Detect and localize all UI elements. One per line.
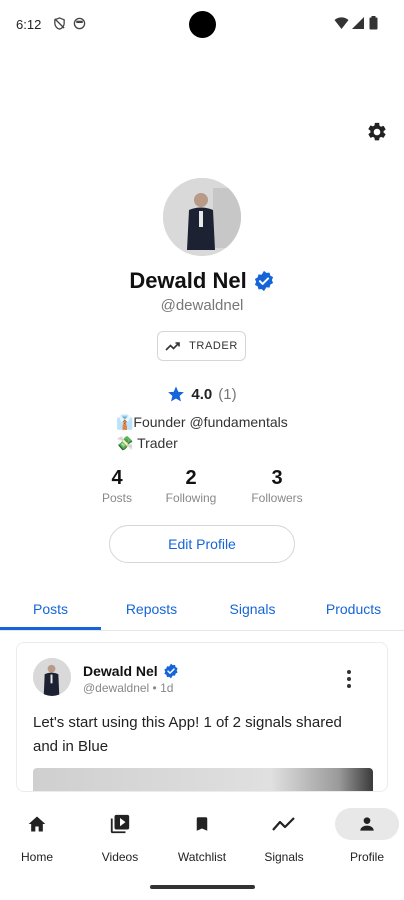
trending-up-icon: [165, 342, 180, 351]
profile-name-row: Dewald Nel: [0, 268, 404, 294]
nav-watchlist[interactable]: Watchlist: [167, 808, 237, 864]
profile-name: Dewald Nel: [129, 268, 247, 293]
stat-label: Posts: [101, 491, 132, 505]
status-bar: 6:12: [0, 0, 404, 50]
status-time: 6:12: [16, 17, 42, 32]
profile-tabs: Posts Reposts Signals Products: [0, 588, 404, 631]
post-author-name[interactable]: Dewald Nel: [83, 663, 158, 679]
shield-off-icon: [54, 17, 65, 30]
stat-posts[interactable]: 4 Posts: [77, 466, 157, 505]
trending-icon: [272, 817, 295, 831]
stat-label: Following: [165, 491, 217, 505]
bio-line: 👔Founder @fundamentals: [116, 414, 288, 430]
nav-videos[interactable]: Videos: [85, 808, 155, 864]
rating-count: (1): [218, 385, 237, 403]
bookmark-icon: [196, 817, 208, 831]
trader-badge-label: TRADER: [189, 340, 238, 352]
nav-label: Watchlist: [177, 850, 227, 864]
settings-button[interactable]: [364, 119, 390, 145]
post-more-menu[interactable]: [339, 668, 359, 690]
gear-icon: [368, 122, 386, 141]
post-image[interactable]: [33, 768, 373, 791]
profile-avatar[interactable]: [163, 178, 241, 256]
tab-products[interactable]: Products: [303, 588, 404, 630]
front-camera: [189, 11, 216, 38]
nav-signals[interactable]: Signals: [249, 808, 319, 864]
person-photo: [33, 658, 71, 696]
rating-row: 4.0 (1): [0, 385, 404, 403]
stat-label: Followers: [251, 491, 303, 505]
trader-badge[interactable]: TRADER: [157, 331, 246, 361]
stat-value: 4: [111, 467, 123, 489]
nav-label: Home: [20, 850, 53, 864]
stat-value: 3: [271, 467, 283, 489]
verified-icon: [164, 663, 178, 679]
nav-label: Videos: [101, 850, 139, 864]
verified-icon: [254, 270, 273, 292]
star-icon: [168, 386, 185, 402]
profile-bio: 👔Founder @fundamentals 💸 Trader: [116, 412, 288, 454]
signal-icon: [352, 17, 364, 29]
home-icon: [28, 816, 46, 832]
tab-reposts[interactable]: Reposts: [101, 588, 202, 630]
edit-profile-button[interactable]: Edit Profile: [109, 525, 295, 563]
nav-label: Signals: [264, 850, 304, 864]
person-icon: [360, 817, 374, 831]
post-author-avatar[interactable]: [33, 658, 71, 696]
battery-icon: [369, 16, 378, 30]
gesture-home-indicator[interactable]: [150, 885, 255, 889]
post-author-meta: @dewaldnel • 1d: [83, 681, 174, 695]
face-icon: [73, 17, 86, 30]
post-text: Let's start using this App! 1 of 2 signa…: [33, 714, 342, 755]
stat-following[interactable]: 2 Following: [151, 466, 231, 505]
person-photo: [163, 178, 241, 256]
post-author-row: Dewald Nel: [83, 663, 179, 679]
active-tab-indicator: [0, 627, 101, 630]
nav-profile[interactable]: Profile: [332, 808, 402, 864]
tab-signals[interactable]: Signals: [202, 588, 303, 630]
nav-home[interactable]: Home: [2, 808, 72, 864]
nav-label: Profile: [349, 850, 384, 864]
bio-line: 💸 Trader: [116, 435, 178, 451]
stat-followers[interactable]: 3 Followers: [237, 466, 317, 505]
rating-value: 4.0: [191, 385, 213, 403]
more-vert-icon: [347, 670, 351, 674]
tab-posts[interactable]: Posts: [0, 588, 101, 630]
post-card[interactable]: Dewald Nel @dewaldnel • 1d Let's start u…: [16, 642, 388, 792]
video-library-icon: [110, 814, 130, 834]
wifi-icon: [334, 17, 349, 29]
profile-handle: @dewaldnel: [160, 297, 244, 314]
stat-value: 2: [185, 467, 197, 489]
